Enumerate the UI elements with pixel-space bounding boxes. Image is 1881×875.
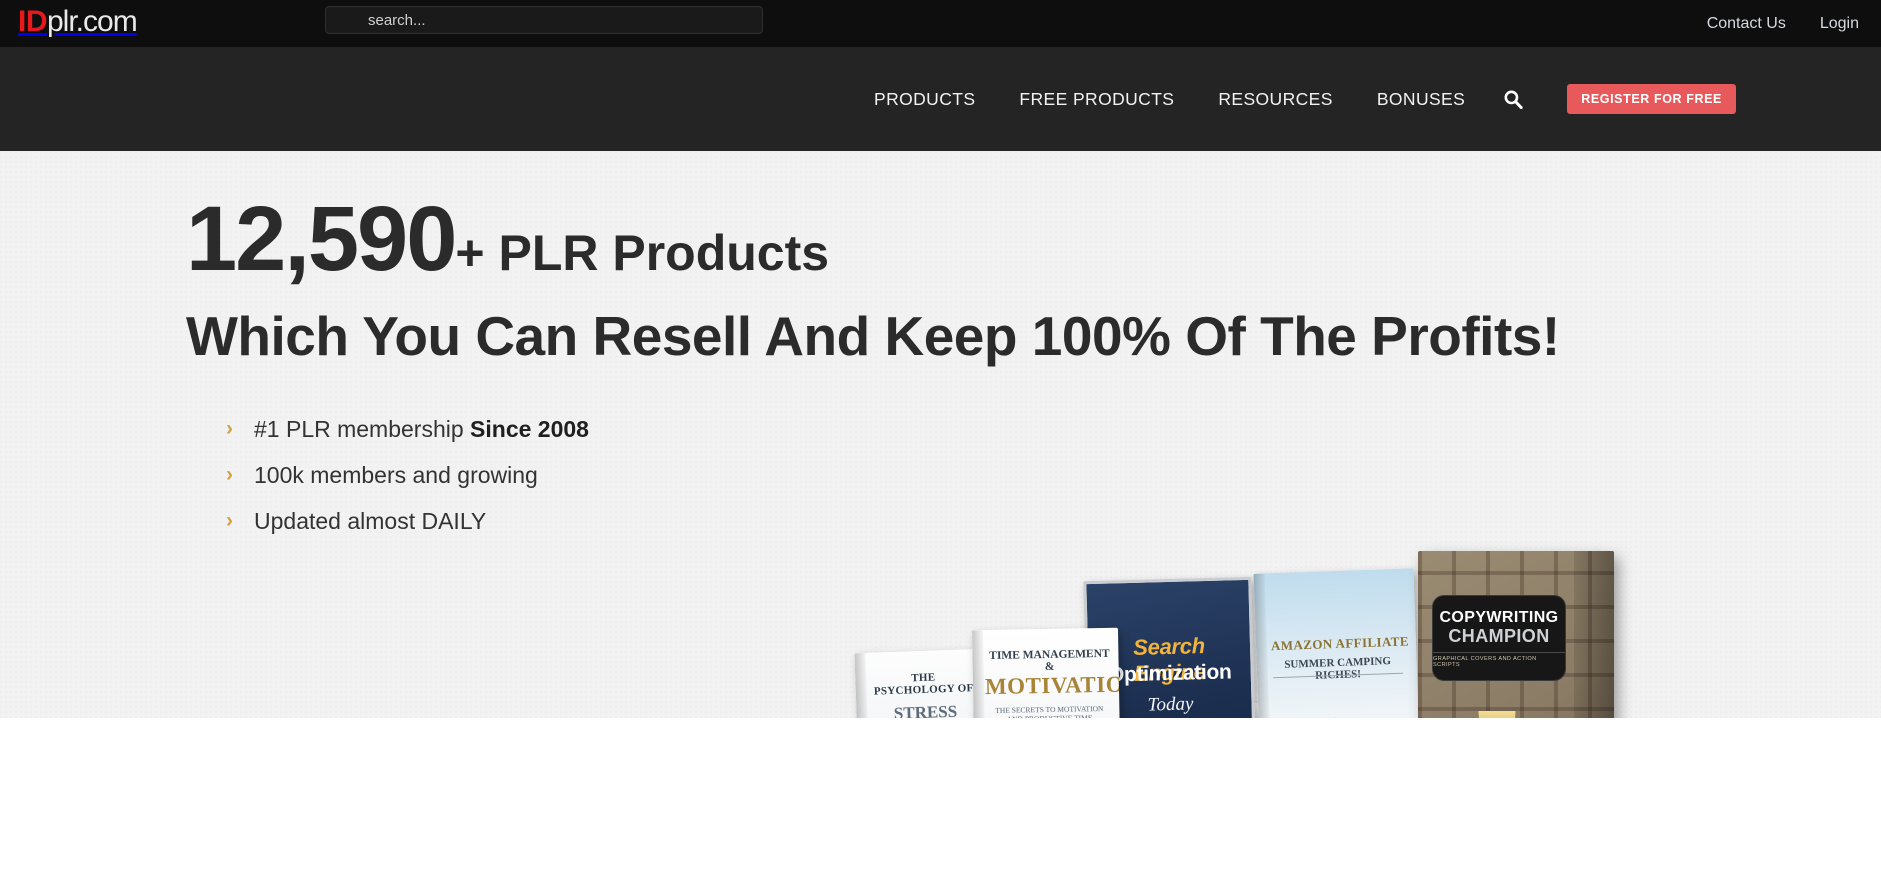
chevron-right-icon: › bbox=[226, 509, 233, 532]
product-count-number: 12,590 bbox=[186, 188, 457, 290]
box-title-line3: GRAPHICAL COVERS AND ACTION SCRIPTS bbox=[1433, 651, 1565, 668]
main-navigation-bar: PRODUCTS FREE PRODUCTS RESOURCES BONUSES… bbox=[0, 47, 1881, 151]
book-title: THE PSYCHOLOGY OF bbox=[873, 671, 974, 698]
bullet-text-bold: Since 2008 bbox=[470, 416, 589, 442]
hero-headings: 12,590+ PLR Products Which You Can Resel… bbox=[186, 191, 1560, 367]
nav-item-bonuses[interactable]: BONUSES bbox=[1355, 89, 1487, 110]
search-input[interactable] bbox=[325, 6, 763, 34]
box-side-panel bbox=[1574, 551, 1614, 718]
hero-subtitle: Which You Can Resell And Keep 100% Of Th… bbox=[186, 305, 1560, 367]
list-item: › 100k members and growing bbox=[226, 452, 589, 498]
bullet-text: 100k members and growing bbox=[254, 462, 538, 488]
box-title-line1: COPYWRITING bbox=[1439, 608, 1559, 626]
top-utility-bar: IDplr.com Contact Us Login bbox=[0, 0, 1881, 47]
book-title: AMAZON AFFILIATE bbox=[1270, 633, 1410, 654]
trophy-icon bbox=[1478, 711, 1516, 718]
book-amazon-affiliate: AMAZON AFFILIATE SUMMER CAMPING RICHES! bbox=[1253, 568, 1423, 718]
list-item: › #1 PLR membership Since 2008 bbox=[226, 406, 589, 452]
book-subtitle: STRESS bbox=[893, 701, 958, 718]
top-search-container bbox=[325, 6, 763, 34]
book-title: TIME MANAGEMENT & bbox=[989, 647, 1110, 674]
top-utility-links: Contact Us Login bbox=[1707, 0, 1859, 47]
book-time-management-motivation: TIME MANAGEMENT & MOTIVATION THE SECRETS… bbox=[971, 627, 1123, 718]
page-title: 12,590+ PLR Products bbox=[186, 191, 1486, 301]
nav-item-products[interactable]: PRODUCTS bbox=[852, 89, 997, 110]
book-subtitle: MOTIVATION bbox=[984, 671, 1123, 700]
chevron-right-icon: › bbox=[226, 463, 233, 486]
login-link[interactable]: Login bbox=[1820, 15, 1859, 33]
box-title-line2: CHAMPION bbox=[1448, 625, 1550, 646]
nav-item-resources[interactable]: RESOURCES bbox=[1196, 89, 1354, 110]
book-tagline: THE SECRETS TO MOTIVATION AND PRODUCTIVE… bbox=[995, 704, 1104, 718]
box-label-plate: COPYWRITING CHAMPION GRAPHICAL COVERS AN… bbox=[1432, 595, 1566, 681]
search-icon[interactable] bbox=[1487, 79, 1539, 119]
site-logo[interactable]: IDplr.com bbox=[18, 5, 138, 39]
list-item: › Updated almost DAILY bbox=[226, 498, 589, 544]
stats-section: 6315+ 1707+ 604+ bbox=[0, 718, 1881, 875]
nav-items: PRODUCTS FREE PRODUCTS RESOURCES BONUSES… bbox=[852, 79, 1736, 119]
chevron-right-icon: › bbox=[226, 417, 233, 440]
bullet-text: #1 PLR membership bbox=[254, 416, 471, 442]
logo-primary-text: ID bbox=[18, 5, 48, 38]
plr-product-bundle-image: THE PSYCHOLOGY OF STRESS Search Engine O… bbox=[854, 551, 1648, 718]
logo-secondary-text: plr.com bbox=[47, 5, 138, 38]
hero-bullet-list: › #1 PLR membership Since 2008 › 100k memb… bbox=[226, 406, 589, 544]
hero-section: 12,590+ PLR Products Which You Can Resel… bbox=[0, 151, 1881, 718]
product-count-suffix: + PLR Products bbox=[455, 225, 830, 281]
bullet-text: Updated almost DAILY bbox=[254, 508, 487, 534]
box-copywriting-champion: COPYWRITING CHAMPION GRAPHICAL COVERS AN… bbox=[1418, 551, 1614, 718]
contact-us-link[interactable]: Contact Us bbox=[1707, 15, 1786, 33]
book-psychology-of-stress: THE PSYCHOLOGY OF STRESS bbox=[854, 648, 990, 718]
register-for-free-nav-button[interactable]: REGISTER FOR FREE bbox=[1567, 84, 1736, 114]
nav-item-free-products[interactable]: FREE PRODUCTS bbox=[997, 89, 1196, 110]
book-subtitle: SUMMER CAMPING RICHES! bbox=[1284, 655, 1392, 682]
